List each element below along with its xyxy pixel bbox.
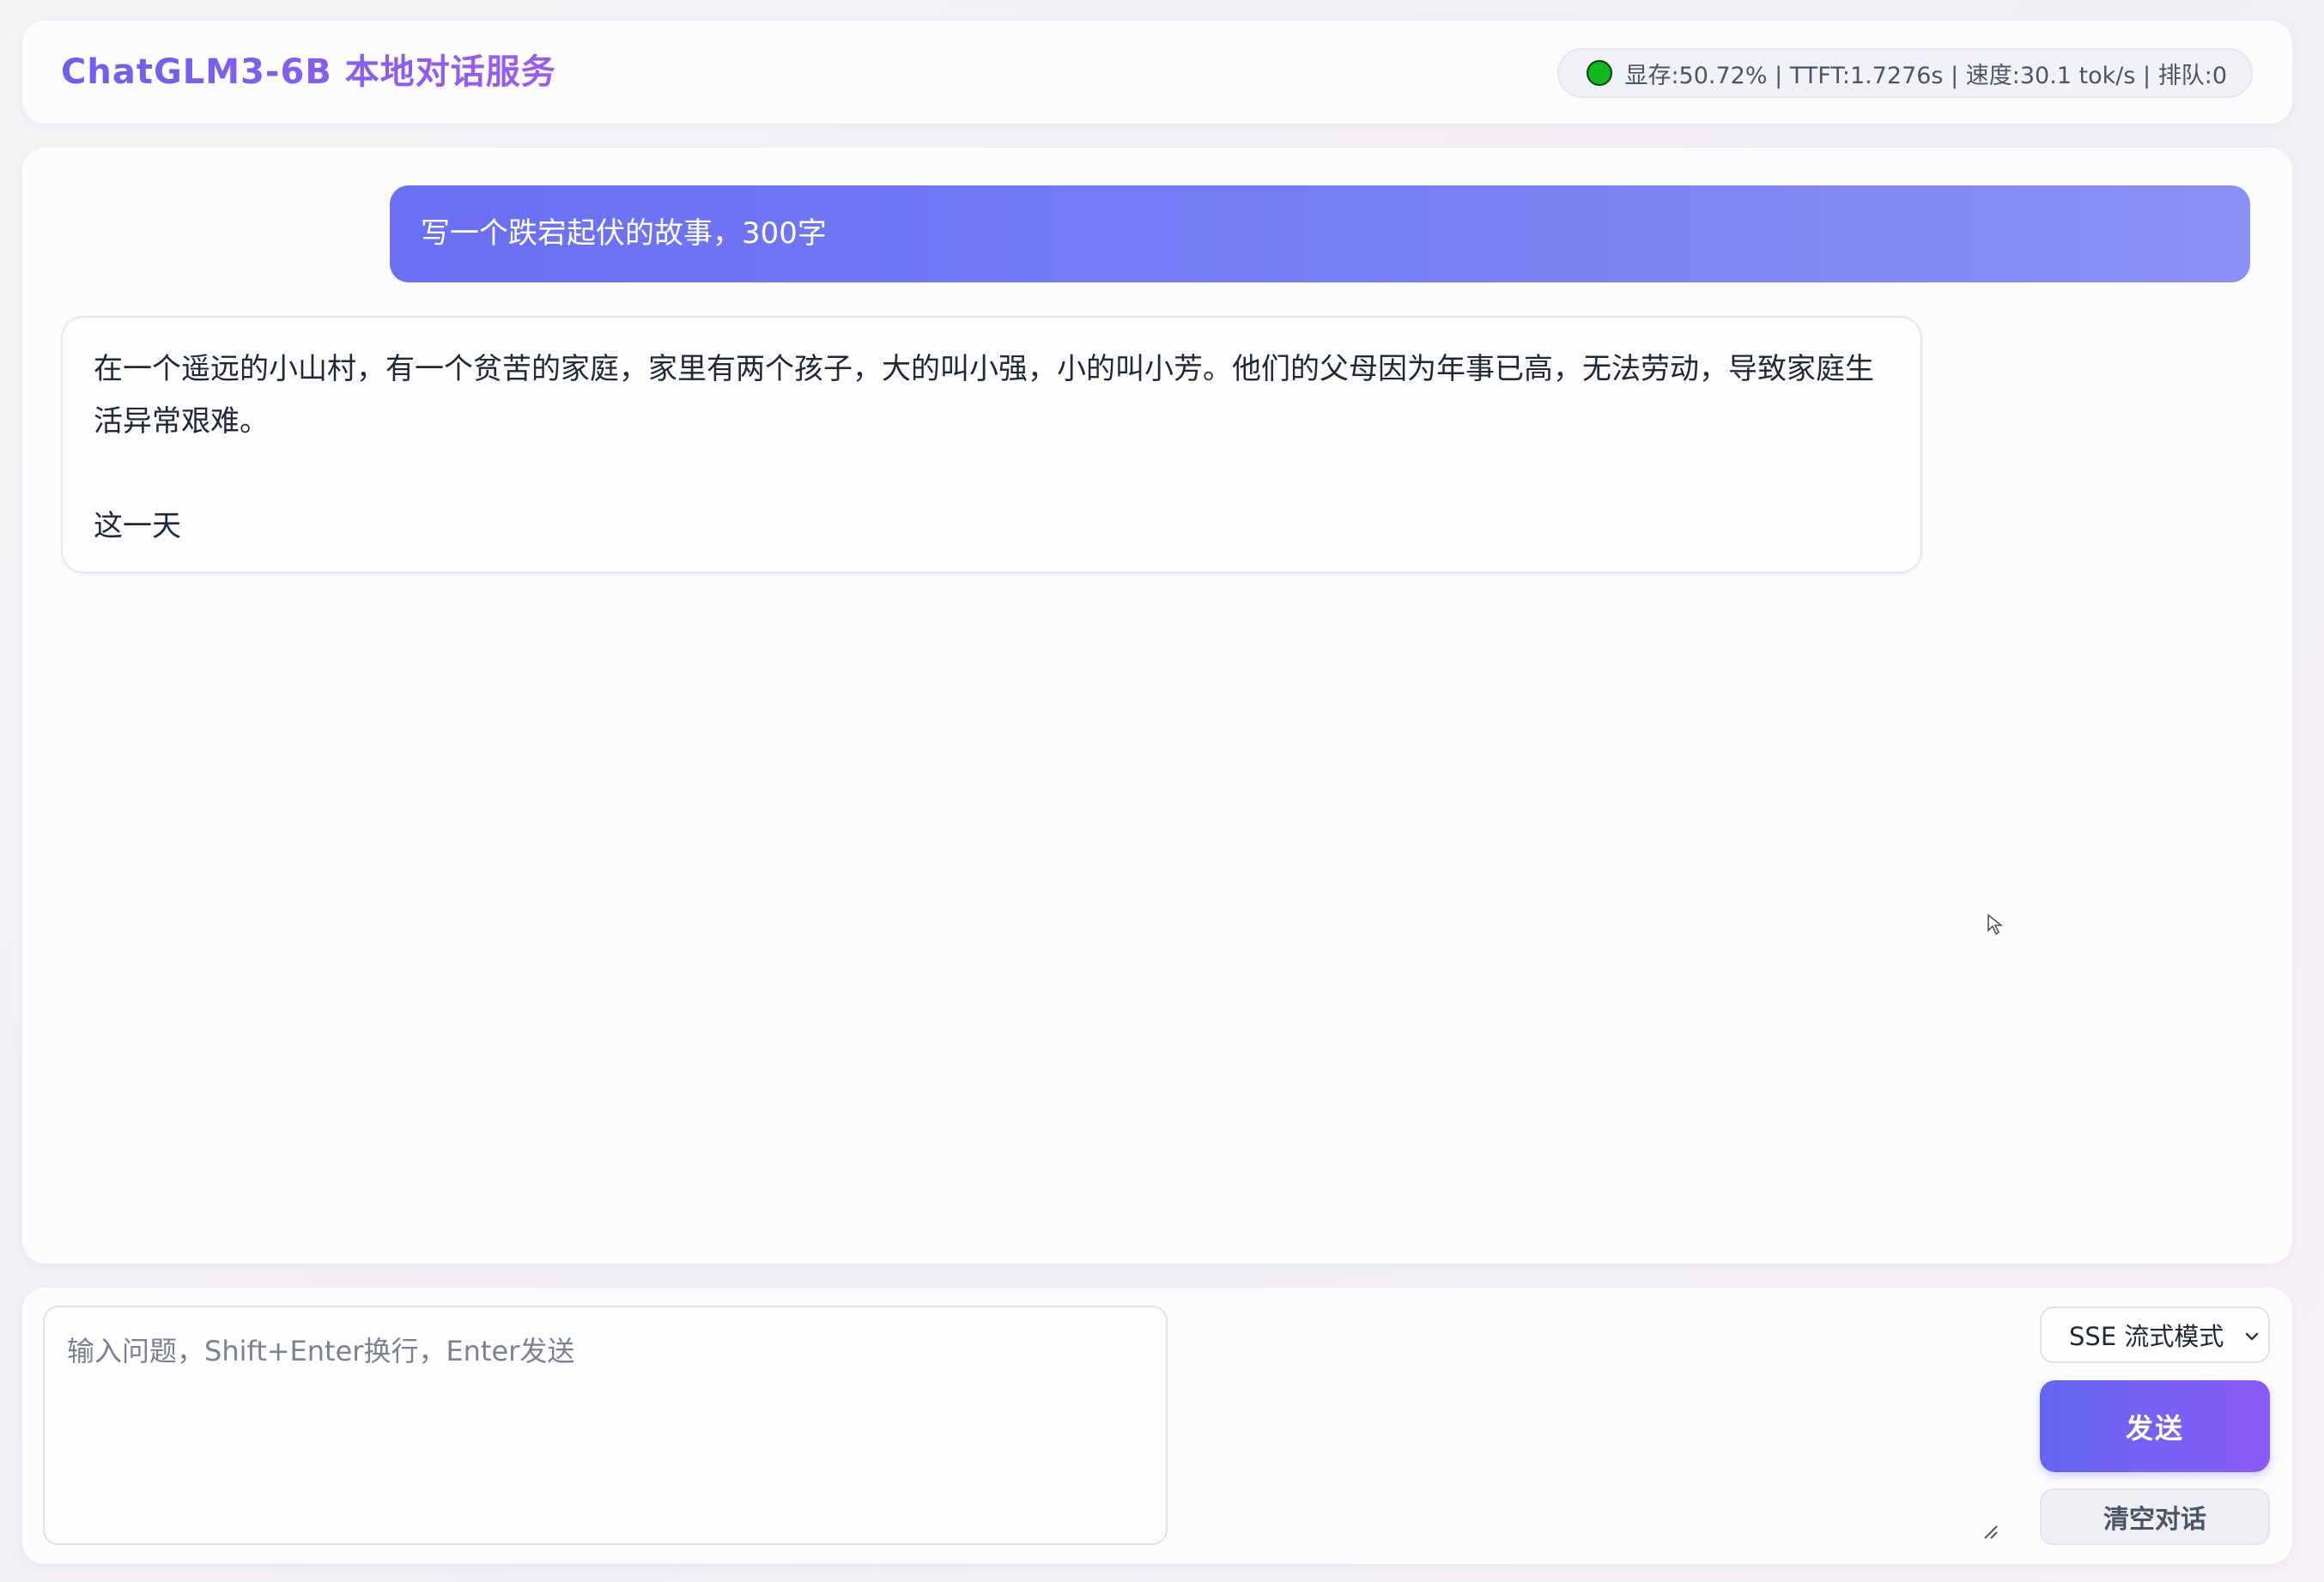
status-metrics: 显存:50.72% | TTFT:1.7276s | 速度:30.1 tok/s… — [1624, 62, 2227, 89]
clear-chat-button[interactable]: 清空对话 — [2040, 1488, 2270, 1545]
assistant-message: 在一个遥远的小山村，有一个贫苦的家庭，家里有两个孩子，大的叫小强，小的叫小芳。他… — [61, 316, 1922, 573]
send-button[interactable]: 发送 — [2040, 1380, 2270, 1472]
status-badge: 显存:50.72% | TTFT:1.7276s | 速度:30.1 tok/s… — [1557, 48, 2253, 98]
chat-history[interactable]: 写一个跌宕起伏的故事，300字 在一个遥远的小山村，有一个贫苦的家庭，家里有两个… — [22, 148, 2292, 1264]
chat-app: ChatGLM3-6B 本地对话服务 显存:50.72% | TTFT:1.72… — [0, 0, 2324, 1582]
mode-select[interactable]: SSE 流式模式 — [2040, 1306, 2270, 1363]
mode-select-value: SSE 流式模式 — [2069, 1322, 2224, 1351]
page-title: ChatGLM3-6B 本地对话服务 — [61, 21, 556, 124]
resize-grip-icon[interactable] — [1981, 1523, 1999, 1540]
chevron-down-icon — [2245, 1332, 2259, 1341]
mouse-cursor-icon — [1987, 913, 2004, 936]
composer-panel — [22, 1288, 2292, 1564]
header-bar: ChatGLM3-6B 本地对话服务 显存:50.72% | TTFT:1.72… — [22, 21, 2292, 124]
status-online-icon — [1587, 60, 1613, 86]
user-message: 写一个跌宕起伏的故事，300字 — [390, 185, 2250, 282]
message-input[interactable] — [43, 1306, 1168, 1545]
